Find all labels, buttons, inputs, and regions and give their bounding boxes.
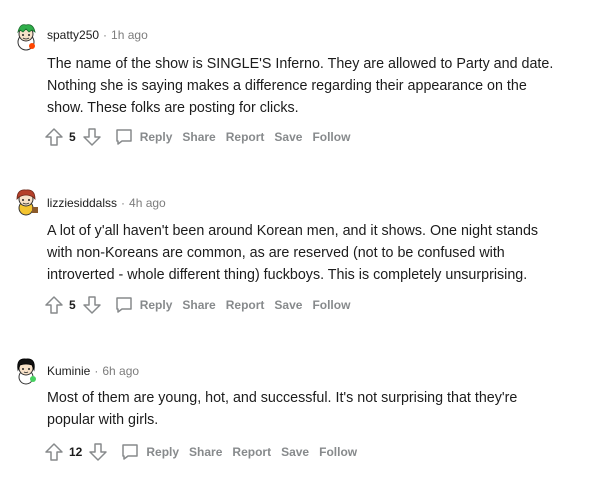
comment-line: Nothing she is saying makes a difference… [47, 78, 527, 94]
reply-button[interactable]: Reply [120, 442, 184, 462]
username-link[interactable]: Kuminie [47, 364, 90, 378]
report-button[interactable]: Report [221, 298, 270, 312]
reply-label: Reply [139, 130, 173, 144]
share-button[interactable]: Share [184, 445, 227, 459]
comment-actions: 5 Reply Share Report Save Follow [44, 294, 355, 316]
comment-actions: 5 Reply Share Report Save Follow [44, 126, 355, 148]
username-link[interactable]: spatty250 [47, 28, 99, 42]
reply-button[interactable]: Reply [114, 127, 178, 147]
speech-bubble-icon [122, 444, 139, 460]
downvote-arrow-icon[interactable] [82, 295, 102, 315]
follow-button[interactable]: Follow [307, 130, 355, 144]
username-link[interactable]: lizziesiddalss [47, 196, 117, 210]
speech-bubble-icon [115, 297, 132, 313]
downvote-arrow-icon[interactable] [82, 127, 102, 147]
save-button[interactable]: Save [276, 445, 314, 459]
snoo-red-hair-avatar-icon[interactable] [10, 185, 42, 217]
snoo-black-hair-avatar-icon[interactable] [10, 354, 42, 386]
meta-separator: · [94, 364, 99, 378]
comment-meta: spatty250 · 1h ago [47, 28, 148, 42]
comment-line: with non-Koreans are common, as are rese… [47, 245, 505, 261]
comment-body: Most of them are young, hot, and success… [47, 387, 595, 431]
vote-score: 12 [69, 445, 83, 459]
snoo-green-hair-avatar-icon[interactable] [10, 20, 42, 52]
timestamp[interactable]: 6h ago [102, 364, 139, 378]
comment-body: The name of the show is SINGLE'S Inferno… [47, 53, 595, 119]
comment-meta: lizziesiddalss · 4h ago [47, 196, 166, 210]
comment-actions: 12 Reply Share Report Save Follow [44, 441, 362, 463]
meta-separator: · [121, 196, 126, 210]
meta-separator: · [103, 28, 108, 42]
share-button[interactable]: Share [177, 298, 220, 312]
vote-score: 5 [69, 298, 76, 312]
comment-line: show. These folks are posting for clicks… [47, 100, 299, 116]
follow-button[interactable]: Follow [307, 298, 355, 312]
save-button[interactable]: Save [269, 298, 307, 312]
vote-score: 5 [69, 130, 76, 144]
share-button[interactable]: Share [177, 130, 220, 144]
comment-meta: Kuminie · 6h ago [47, 364, 139, 378]
comment-body: A lot of y'all haven't been around Korea… [47, 220, 595, 286]
downvote-arrow-icon[interactable] [88, 442, 108, 462]
follow-button[interactable]: Follow [314, 445, 362, 459]
reply-label: Reply [139, 298, 173, 312]
upvote-arrow-icon[interactable] [44, 295, 64, 315]
save-button[interactable]: Save [269, 130, 307, 144]
reply-label: Reply [146, 445, 180, 459]
comment-line: The name of the show is SINGLE'S Inferno… [47, 56, 554, 72]
speech-bubble-icon [115, 129, 132, 145]
upvote-arrow-icon[interactable] [44, 127, 64, 147]
upvote-arrow-icon[interactable] [44, 442, 64, 462]
reply-button[interactable]: Reply [114, 295, 178, 315]
comment-line: popular with girls. [47, 412, 159, 428]
comment-line: Most of them are young, hot, and success… [47, 390, 518, 406]
report-button[interactable]: Report [221, 130, 270, 144]
comment-line: introverted - whole different thing) fuc… [47, 267, 528, 283]
report-button[interactable]: Report [227, 445, 276, 459]
timestamp[interactable]: 4h ago [129, 196, 166, 210]
comment-line: A lot of y'all haven't been around Korea… [47, 223, 539, 239]
timestamp[interactable]: 1h ago [111, 28, 148, 42]
